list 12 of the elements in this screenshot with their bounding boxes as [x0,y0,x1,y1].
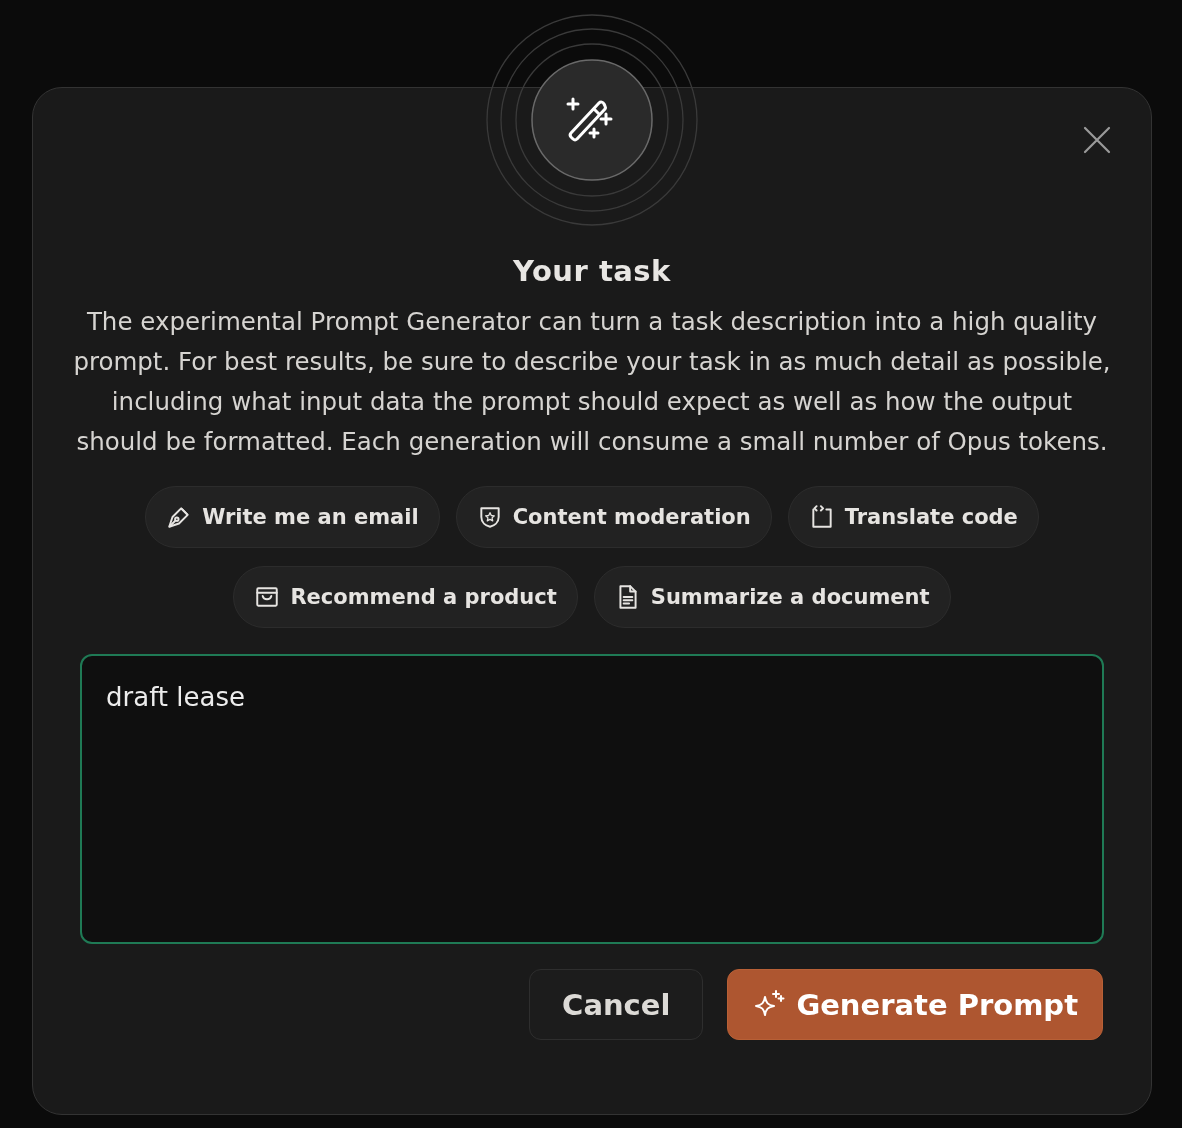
cancel-button[interactable]: Cancel [529,969,704,1040]
suggestion-chip[interactable]: Recommend a product [233,566,578,628]
description-text: The experimental Prompt Generator can turn a task description into a high quality prompt. For best results, be sure to describe your task in as much detail as possible, including what input data the prompt should expect as well as how the output should be formatted. Each generation will consume a small number of Opus tokens. [72,306,1112,458]
box-icon [254,584,281,610]
task-input-field[interactable]: draft lease [80,654,1104,944]
close-button[interactable] [1081,124,1113,156]
dialog-title: Your task [513,254,671,288]
suggestion-chip[interactable]: Summarize a document [593,566,951,628]
suggestion-chip[interactable]: Translate code [787,486,1039,548]
suggestion-chip[interactable]: Write me an email [145,486,440,548]
generate-button[interactable]: Generate Prompt [727,969,1103,1040]
suggestion-chip[interactable]: Content moderation [455,486,772,548]
